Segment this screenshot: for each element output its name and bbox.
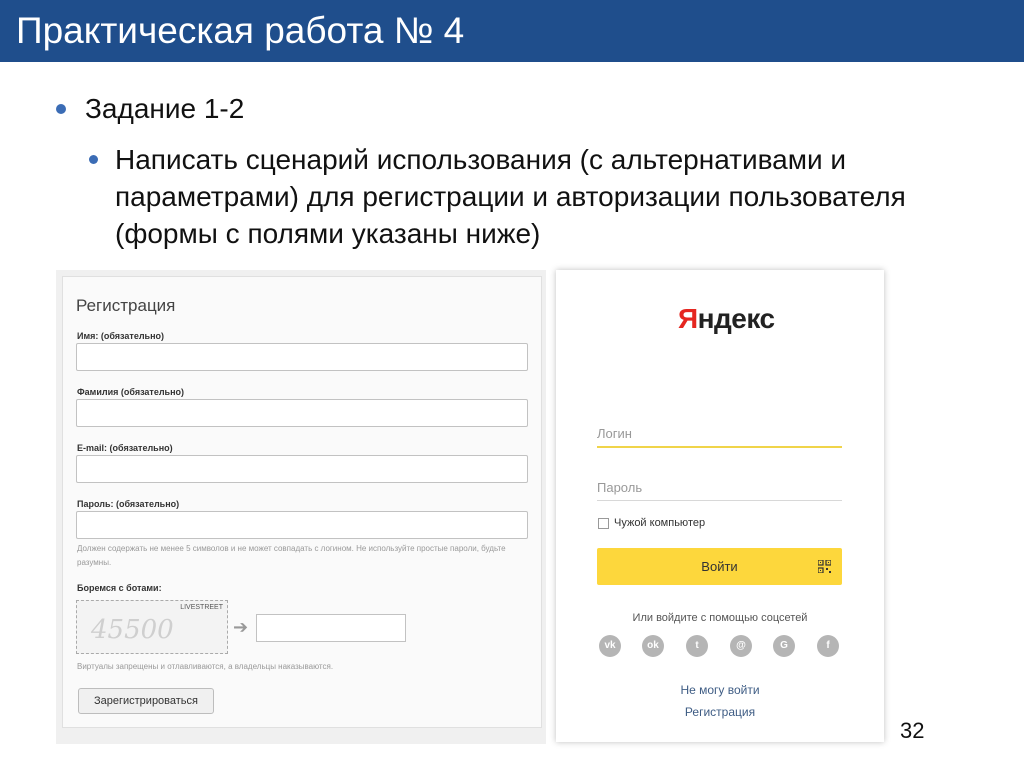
last-name-input[interactable]	[76, 399, 528, 427]
password-field[interactable]: Пароль	[597, 480, 642, 495]
cant-login-link[interactable]: Не могу войти	[556, 683, 884, 697]
odnoklassniki-icon[interactable]: ok	[642, 635, 664, 657]
yandex-login-form	[556, 270, 884, 742]
captcha-image: LIVESTREET 45500	[76, 600, 228, 654]
bullet-dot	[89, 155, 98, 164]
yandex-logo-rest: ндекс	[697, 303, 775, 334]
slide-title: Практическая работа № 4	[16, 10, 465, 51]
mail-icon[interactable]: @	[730, 635, 752, 657]
yandex-logo-first-letter: Я	[678, 303, 698, 334]
bots-note: Виртуалы запрещены и отлавливаются, а вл…	[77, 662, 334, 671]
arrow-right-icon: ➔	[233, 617, 249, 637]
vk-icon[interactable]: vk	[599, 635, 621, 657]
register-link[interactable]: Регистрация	[556, 705, 884, 719]
page-number: 32	[900, 718, 925, 743]
twitter-icon[interactable]: t	[686, 635, 708, 657]
login-input-underline	[597, 446, 842, 448]
password-label: Пароль: (обязательно)	[77, 499, 180, 509]
yandex-logo: Яндекс	[678, 303, 775, 335]
last-name-label: Фамилия (обязательно)	[77, 387, 185, 397]
login-button-label: Войти	[701, 559, 738, 574]
captcha-label: Боремся с ботами:	[77, 583, 162, 593]
facebook-icon[interactable]: f	[817, 635, 839, 657]
captcha-brand: LIVESTREET	[180, 604, 223, 611]
email-label: E-mail: (обязательно)	[77, 443, 173, 453]
password-hint: Должен содержать не менее 5 символов и н…	[77, 544, 506, 567]
social-login-label: Или войдите с помощью соцсетей	[632, 612, 808, 624]
login-button[interactable]: Войти	[597, 548, 842, 585]
bullet-dot	[56, 104, 66, 114]
register-button[interactable]: Зарегистрироваться	[78, 688, 214, 714]
password-input[interactable]	[76, 511, 528, 539]
first-name-input[interactable]	[76, 343, 528, 371]
first-name-label: Имя: (обязательно)	[77, 331, 165, 341]
email-input[interactable]	[76, 455, 528, 483]
password-field-underline	[597, 500, 842, 501]
title-bar: Практическая работа № 4	[0, 0, 1024, 62]
task-description: Написать сценарий использования (с альте…	[115, 144, 906, 249]
task-heading: Задание 1-2	[85, 93, 245, 124]
login-input[interactable]: Логин	[597, 426, 632, 441]
registration-title: Регистрация	[76, 296, 176, 315]
google-icon[interactable]: G	[773, 635, 795, 657]
captcha-code: 45500	[91, 615, 174, 645]
qr-code-icon[interactable]	[818, 560, 831, 573]
captcha-input[interactable]	[256, 614, 406, 642]
foreign-computer-label: Чужой компьютер	[614, 517, 706, 529]
foreign-computer-checkbox[interactable]	[598, 518, 609, 529]
